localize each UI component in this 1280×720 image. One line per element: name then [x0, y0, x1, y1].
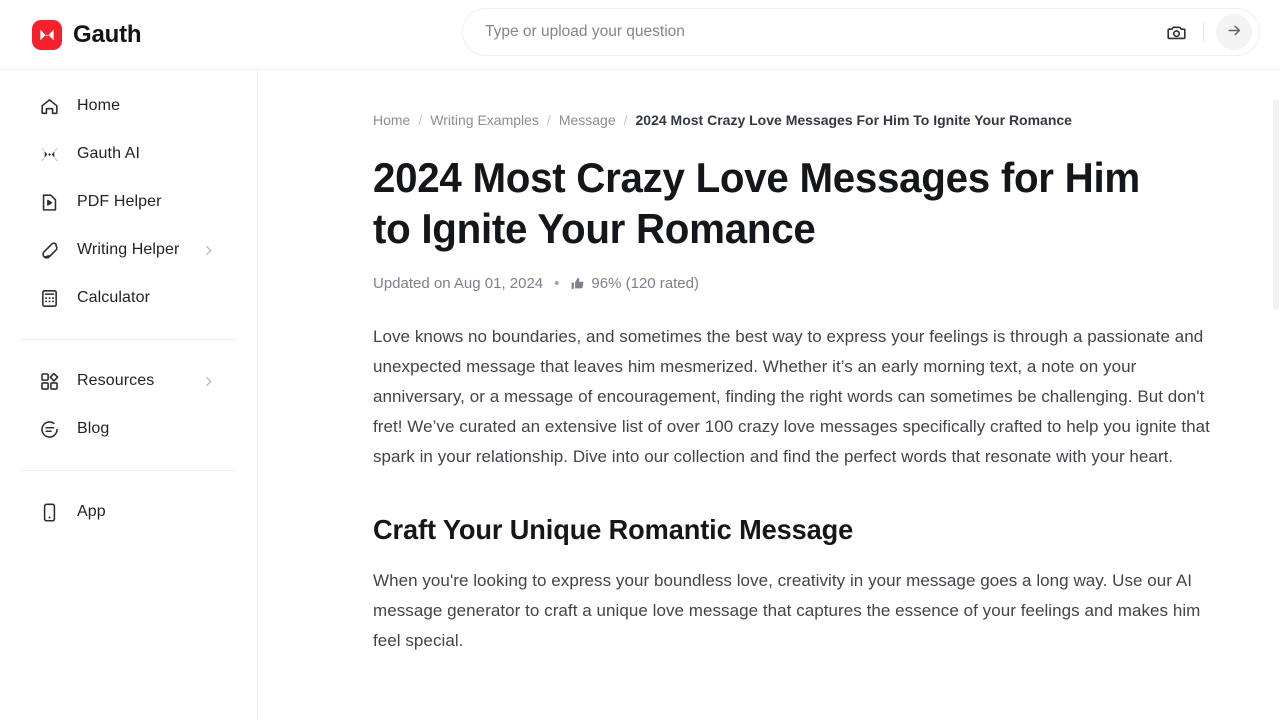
search-input[interactable]	[463, 9, 1163, 55]
breadcrumb-item-message[interactable]: Message	[559, 112, 616, 128]
sidebar-item-app[interactable]: App	[12, 488, 245, 536]
sidebar-divider-2	[20, 470, 237, 471]
speech-bubble-icon	[38, 418, 60, 440]
search-bar[interactable]	[462, 8, 1260, 56]
camera-icon[interactable]	[1163, 19, 1189, 45]
search-divider	[1203, 22, 1204, 42]
breadcrumb-item-writing-examples[interactable]: Writing Examples	[430, 112, 539, 128]
top-header: Gauth	[0, 0, 1280, 70]
sidebar-item-gauth-ai[interactable]: Gauth AI	[12, 130, 245, 178]
sidebar-item-label: Writing Helper	[77, 241, 180, 258]
intro-paragraph: Love knows no boundaries, and sometimes …	[373, 327, 1210, 466]
brand-logo[interactable]: Gauth	[32, 19, 142, 50]
thumbs-up-icon	[570, 276, 585, 291]
main-content: Home / Writing Examples / Message / 2024…	[258, 70, 1280, 720]
gauth-butterfly-icon	[32, 19, 62, 50]
sidebar-item-pdf-helper[interactable]: PDF Helper	[12, 178, 245, 226]
sidebar-item-calculator[interactable]: Calculator	[12, 274, 245, 322]
sidebar-item-resources[interactable]: Resources	[12, 357, 245, 405]
sidebar-item-writing-helper[interactable]: Writing Helper	[12, 226, 245, 274]
breadcrumb-separator: /	[418, 112, 423, 128]
sidebar-item-home[interactable]: Home	[12, 82, 245, 130]
gauth-ai-icon	[38, 143, 60, 165]
brand-name: Gauth	[73, 20, 142, 48]
calculator-icon	[38, 287, 60, 309]
search-submit-button[interactable]	[1216, 14, 1252, 50]
mobile-phone-icon	[38, 501, 60, 523]
sidebar-item-label: Blog	[77, 420, 110, 437]
sidebar-item-blog[interactable]: Blog	[12, 405, 245, 453]
page-scrollbar[interactable]	[1272, 70, 1280, 720]
sidebar-divider-1	[20, 339, 237, 340]
breadcrumb-separator: /	[546, 112, 551, 128]
rating-value: 96% (120 rated)	[591, 275, 699, 292]
section-heading: Craft Your Unique Romantic Message	[373, 514, 854, 545]
sidebar-item-label: Resources	[77, 372, 155, 389]
pdf-helper-icon	[38, 191, 60, 213]
sidebar-item-label: PDF Helper	[77, 193, 162, 210]
page-title: 2024 Most Crazy Love Messages for Him to…	[373, 154, 1140, 252]
breadcrumb: Home / Writing Examples / Message / 2024…	[373, 112, 1280, 128]
sidebar-item-label: App	[77, 503, 106, 520]
article-meta: Updated on Aug 01, 2024 • 96% (120 rated…	[373, 275, 1280, 292]
sidebar-item-label: Home	[77, 97, 121, 114]
home-icon	[38, 95, 60, 117]
sidebar-item-label: Calculator	[77, 289, 151, 306]
breadcrumb-item-home[interactable]: Home	[373, 112, 410, 128]
breadcrumb-item-current: 2024 Most Crazy Love Messages For Him To…	[635, 112, 1072, 128]
pen-icon	[38, 239, 60, 261]
chevron-right-icon	[202, 375, 215, 388]
article: Home / Writing Examples / Message / 2024…	[258, 70, 1280, 656]
grid-icon	[38, 370, 60, 392]
sidebar: Home Gauth AI PDF Helper Writing Helper …	[0, 70, 258, 720]
sidebar-item-label: Gauth AI	[77, 145, 141, 162]
chevron-right-icon	[202, 244, 215, 257]
section-paragraph: When you're looking to express your boun…	[373, 571, 1201, 650]
arrow-right-icon	[1226, 22, 1243, 42]
meta-separator: •	[554, 275, 560, 292]
page-scrollbar-thumb[interactable]	[1273, 100, 1279, 310]
updated-date: Updated on Aug 01, 2024	[373, 275, 544, 292]
breadcrumb-separator: /	[623, 112, 628, 128]
